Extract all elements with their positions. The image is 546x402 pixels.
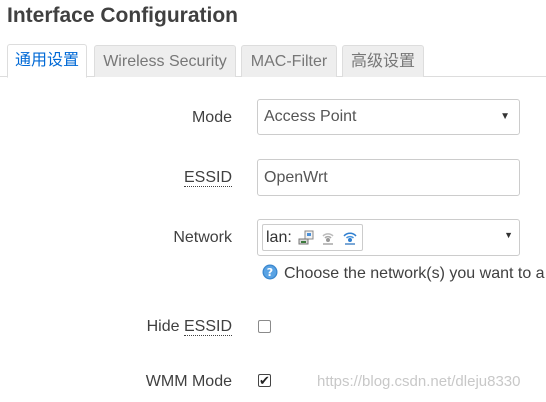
network-chip-label: lan: [266,228,292,246]
wmm-mode-checkbox[interactable]: ✔ [258,373,271,388]
tab-wireless-security[interactable]: Wireless Security [94,45,236,77]
hide-essid-label-prefix: Hide [146,318,184,335]
network-select[interactable]: lan: ▼ [257,219,520,256]
dropdown-arrow-icon: ▼ [500,111,510,122]
help-icon: ? [262,264,278,280]
network-label: Network [173,229,232,246]
wifi-disabled-icon [320,230,336,246]
network-help-label: Choose the network(s) you want to a [284,265,545,282]
essid-label: ESSID [7,169,232,187]
mode-select[interactable]: Access Point ▼ [257,99,520,135]
mode-select-value: Access Point [264,108,357,125]
tab-general-settings[interactable]: 通用设置 [7,44,87,78]
wifi-signal-icon [342,230,358,246]
tab-advanced-settings[interactable]: 高级设置 [342,45,424,77]
mode-label: Mode [191,109,232,126]
checkmark-icon: ✔ [259,373,270,388]
hide-essid-checkbox[interactable] [258,320,271,333]
ethernet-port-icon [298,230,314,246]
tab-mac-filter[interactable]: MAC-Filter [241,45,337,77]
wmm-mode-label: WMM Mode [145,373,232,390]
essid-input[interactable] [257,159,520,196]
hide-essid-label: Hide ESSID [7,318,232,336]
essid-label-text: ESSID [183,169,232,187]
network-chip-lan: lan: [262,224,363,251]
page-title: Interface Configuration [7,4,239,27]
watermark: https://blog.csdn.net/dleju8330 [317,373,521,390]
network-help-text: ? Choose the network(s) you want to a [262,264,545,283]
tab-bar: 通用设置 Wireless Security MAC-Filter 高级设置 [0,44,546,78]
dropdown-arrow-icon: ▼ [504,230,513,240]
hide-essid-label-abbr: ESSID [183,318,232,336]
svg-text:?: ? [267,266,273,279]
